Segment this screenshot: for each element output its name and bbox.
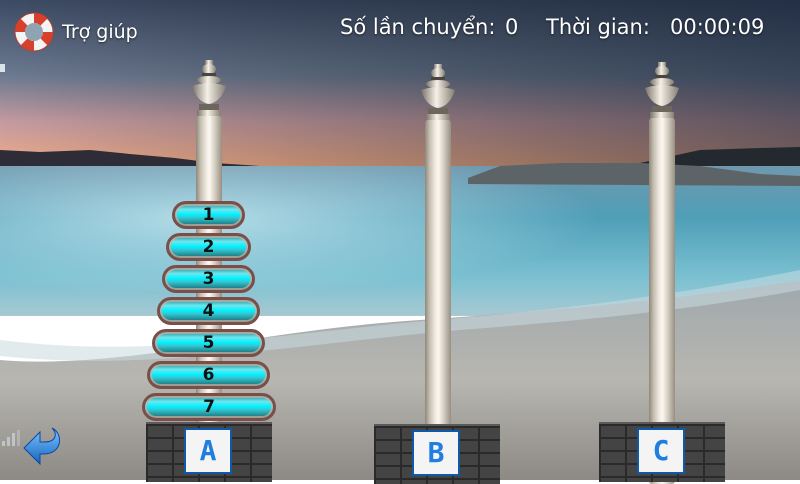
moves-counter: 0 <box>505 15 519 39</box>
peg-c-label-button[interactable]: C <box>637 428 685 474</box>
disk-label: 2 <box>202 237 215 257</box>
disk-label: 5 <box>202 333 215 353</box>
disk-5[interactable]: 5 <box>152 329 265 357</box>
disk-label: 1 <box>202 205 215 225</box>
disk-label: 7 <box>203 397 215 417</box>
peg-finial <box>645 62 679 120</box>
disk-label: 6 <box>202 365 215 385</box>
base-a[interactable]: A <box>146 422 272 482</box>
peg-a-label: A <box>199 434 217 467</box>
moves-label: Số lần chuyển: <box>340 15 496 39</box>
base-c[interactable]: C <box>599 422 725 482</box>
edge-marker <box>0 57 5 72</box>
peg-c-label: C <box>652 434 670 467</box>
base-b[interactable]: B <box>374 424 500 484</box>
disk-6[interactable]: 6 <box>147 361 270 389</box>
lifebuoy-icon <box>14 12 54 52</box>
disk-4[interactable]: 4 <box>157 297 260 325</box>
disk-2[interactable]: 2 <box>166 233 251 261</box>
peg-finial <box>192 60 226 118</box>
disk-3[interactable]: 3 <box>162 265 255 293</box>
peg-b-label: B <box>427 436 445 469</box>
help-button[interactable]: Trợ giúp <box>12 10 138 54</box>
disk-1[interactable]: 1 <box>172 201 245 229</box>
timer: 00:00:09 <box>670 15 765 39</box>
time-label: Thời gian: <box>546 15 650 39</box>
disk-label: 4 <box>202 301 215 321</box>
disk-label: 3 <box>202 269 215 289</box>
peg-finial <box>421 64 455 122</box>
disk-7[interactable]: 7 <box>142 393 276 421</box>
peg-b-label-button[interactable]: B <box>412 430 460 476</box>
signal-icon <box>2 430 20 446</box>
peg-a-label-button[interactable]: A <box>184 428 232 474</box>
help-label: Trợ giúp <box>62 21 138 43</box>
back-arrow-icon[interactable] <box>22 424 64 468</box>
